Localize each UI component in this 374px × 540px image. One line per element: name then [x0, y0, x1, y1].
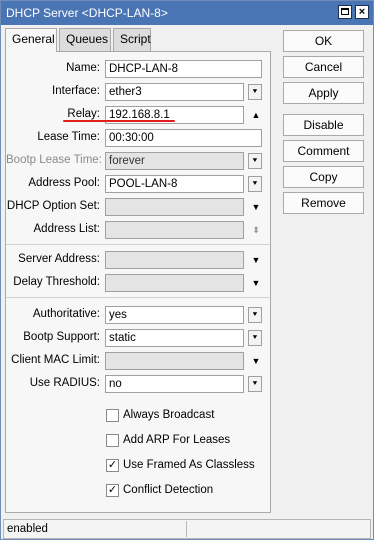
separator: [6, 297, 270, 298]
bootp-support-row: Bootp Support: static ⯆: [6, 329, 270, 347]
address-pool-row: Address Pool: POOL-LAN-8 ⯆: [6, 175, 270, 193]
relay-label: Relay:: [67, 108, 100, 120]
conflict-detection-checkbox[interactable]: ✓: [106, 484, 119, 497]
client-mac-limit-label: Client MAC Limit:: [11, 354, 100, 366]
name-label: Name:: [66, 62, 100, 74]
maximize-icon[interactable]: [338, 5, 352, 19]
close-icon[interactable]: ×: [355, 5, 369, 19]
dhcp-option-set-label: DHCP Option Set:: [6, 200, 100, 212]
interface-field[interactable]: ether3: [105, 83, 244, 101]
authoritative-field[interactable]: yes: [105, 306, 244, 324]
address-pool-label: Address Pool:: [28, 177, 100, 189]
cancel-button[interactable]: Cancel: [283, 56, 364, 78]
copy-button[interactable]: Copy: [283, 166, 364, 188]
server-address-expand-icon[interactable]: ▼: [250, 252, 262, 268]
bootp-lease-time-row: Bootp Lease Time: forever ⯆: [6, 152, 270, 170]
client-mac-limit-field[interactable]: [105, 352, 244, 370]
disable-button[interactable]: Disable: [283, 114, 364, 136]
remove-button[interactable]: Remove: [283, 192, 364, 214]
status-bar: enabled: [3, 519, 371, 539]
dhcp-server-window: DHCP Server <DHCP-LAN-8> × General Queue…: [0, 0, 374, 540]
lease-time-label: Lease Time:: [37, 131, 100, 143]
bootp-support-field[interactable]: static: [105, 329, 244, 347]
use-radius-dropdown-icon[interactable]: ⯆: [248, 376, 262, 392]
interface-dropdown-icon[interactable]: ⯆: [248, 84, 262, 100]
use-radius-field[interactable]: no: [105, 375, 244, 393]
separator: [6, 244, 270, 245]
lease-time-row: Lease Time: 00:30:00: [6, 129, 270, 147]
address-pool-field[interactable]: POOL-LAN-8: [105, 175, 244, 193]
relay-annotation-underline: [63, 120, 175, 122]
always-broadcast-label: Always Broadcast: [123, 409, 215, 421]
authoritative-label: Authoritative:: [32, 308, 100, 320]
tab-queues[interactable]: Queues: [59, 28, 111, 51]
bootp-lease-time-label: Bootp Lease Time:: [6, 154, 102, 166]
window-title: DHCP Server <DHCP-LAN-8>: [6, 6, 168, 20]
relay-collapse-icon[interactable]: ▲: [250, 107, 262, 123]
delay-threshold-field[interactable]: [105, 274, 244, 292]
server-address-field[interactable]: [105, 251, 244, 269]
bootp-support-dropdown-icon[interactable]: ⯆: [248, 330, 262, 346]
status-text: enabled: [7, 523, 48, 535]
bootp-support-label: Bootp Support:: [23, 331, 100, 343]
client-mac-limit-expand-icon[interactable]: ▼: [250, 353, 262, 369]
address-list-updown-icon[interactable]: ⬍: [250, 222, 262, 238]
address-list-row: Address List: ⬍: [6, 221, 270, 239]
status-divider: [186, 521, 187, 537]
address-list-label: Address List:: [33, 223, 100, 235]
interface-row: Interface: ether3 ⯆: [6, 83, 270, 101]
delay-threshold-expand-icon[interactable]: ▼: [250, 275, 262, 291]
bootp-lease-time-dropdown-icon[interactable]: ⯆: [248, 153, 262, 169]
conflict-detection-label: Conflict Detection: [123, 484, 214, 496]
comment-button[interactable]: Comment: [283, 140, 364, 162]
authoritative-dropdown-icon[interactable]: ⯆: [248, 307, 262, 323]
authoritative-row: Authoritative: yes ⯆: [6, 306, 270, 324]
interface-label: Interface:: [52, 85, 100, 97]
use-radius-row: Use RADIUS: no ⯆: [6, 375, 270, 393]
client-mac-limit-row: Client MAC Limit: ▼: [6, 352, 270, 370]
delay-threshold-label: Delay Threshold:: [13, 276, 100, 288]
address-list-field[interactable]: [105, 221, 244, 239]
name-field[interactable]: DHCP-LAN-8: [105, 60, 262, 78]
title-bar[interactable]: DHCP Server <DHCP-LAN-8> ×: [1, 1, 373, 25]
delay-threshold-row: Delay Threshold: ▼: [6, 274, 270, 292]
bootp-lease-time-field[interactable]: forever: [105, 152, 244, 170]
add-arp-checkbox[interactable]: [106, 434, 119, 447]
use-framed-checkbox[interactable]: ✓: [106, 459, 119, 472]
always-broadcast-checkbox[interactable]: [106, 409, 119, 422]
apply-button[interactable]: Apply: [283, 82, 364, 104]
name-row: Name: DHCP-LAN-8: [6, 60, 270, 78]
address-pool-dropdown-icon[interactable]: ⯆: [248, 176, 262, 192]
dhcp-option-set-field[interactable]: [105, 198, 244, 216]
use-radius-label: Use RADIUS:: [29, 377, 100, 389]
general-panel: Name: DHCP-LAN-8 Interface: ether3 ⯆ Rel…: [5, 51, 271, 513]
tab-script[interactable]: Script: [113, 28, 151, 51]
add-arp-label: Add ARP For Leases: [123, 434, 231, 446]
use-framed-label: Use Framed As Classless: [123, 459, 255, 471]
dhcp-option-set-row: DHCP Option Set: ▼: [6, 198, 270, 216]
dhcp-option-set-expand-icon[interactable]: ▼: [250, 199, 262, 215]
server-address-label: Server Address:: [18, 253, 100, 265]
server-address-row: Server Address: ▼: [6, 251, 270, 269]
lease-time-field[interactable]: 00:30:00: [105, 129, 262, 147]
tab-general[interactable]: General: [5, 28, 57, 52]
ok-button[interactable]: OK: [283, 30, 364, 52]
